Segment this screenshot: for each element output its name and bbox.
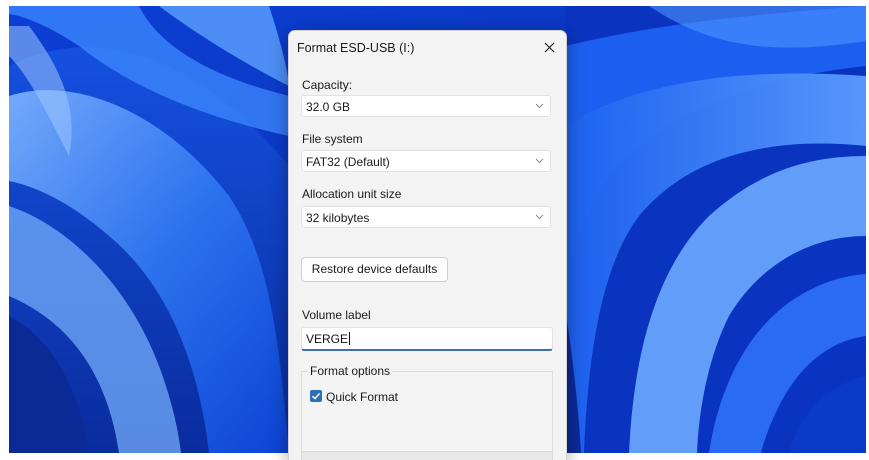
volume-label-label: Volume label: [302, 308, 371, 322]
chevron-down-icon: [535, 214, 544, 220]
capacity-label: Capacity:: [302, 78, 353, 92]
quick-format-label[interactable]: Quick Format: [326, 390, 398, 404]
close-button[interactable]: [538, 37, 560, 59]
quick-format-checkbox[interactable]: [310, 390, 322, 402]
chevron-down-icon: [535, 158, 544, 164]
format-options-group: [301, 371, 553, 460]
screen: Format ESD-USB (I:) Capacity: 32.0 GB Fi…: [0, 0, 869, 460]
file-system-select[interactable]: FAT32 (Default): [301, 150, 551, 172]
text-caret: [349, 332, 351, 345]
file-system-value: FAT32 (Default): [306, 155, 390, 169]
capacity-select[interactable]: 32.0 GB: [301, 95, 551, 117]
volume-label-input[interactable]: VERGE: [301, 327, 553, 351]
checkmark-icon: [311, 392, 321, 400]
format-options-title: Format options: [308, 364, 393, 378]
start-button[interactable]: [301, 451, 553, 460]
file-system-label: File system: [302, 132, 363, 146]
close-icon: [544, 42, 554, 53]
allocation-unit-size-label: Allocation unit size: [302, 187, 402, 201]
dialog-titlebar[interactable]: Format ESD-USB (I:): [289, 31, 566, 65]
allocation-unit-size-value: 32 kilobytes: [306, 211, 370, 225]
restore-device-defaults-button[interactable]: Restore device defaults: [301, 257, 448, 282]
format-dialog: Format ESD-USB (I:) Capacity: 32.0 GB Fi…: [288, 30, 567, 460]
chevron-down-icon: [535, 103, 544, 109]
dialog-title: Format ESD-USB (I:): [297, 41, 415, 55]
capacity-value: 32.0 GB: [306, 100, 351, 114]
volume-label-value: VERGE: [306, 332, 349, 346]
allocation-unit-size-select[interactable]: 32 kilobytes: [301, 206, 551, 228]
